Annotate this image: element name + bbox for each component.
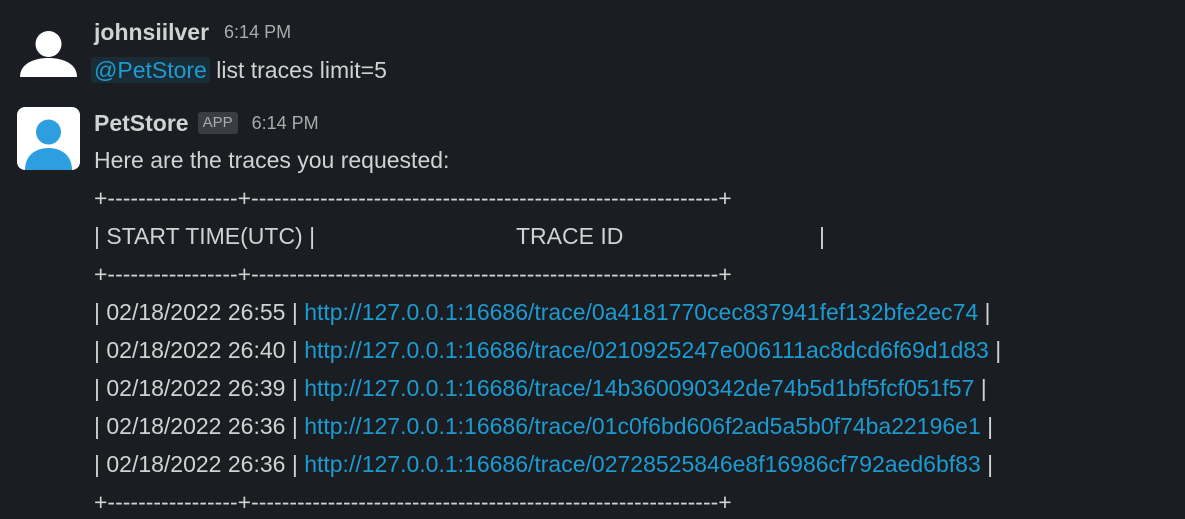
author-name[interactable]: johnsiilver [94, 19, 209, 46]
row-start-time: | 02/18/2022 26:55 | [94, 299, 298, 325]
table-border-mid: +-----------------+---------------------… [94, 261, 732, 287]
message-petstore: PetStore APP 6:14 PM Here are the traces… [94, 105, 1185, 519]
row-end: | [987, 413, 994, 439]
trace-link[interactable]: http://127.0.0.1:16686/trace/02728525846… [304, 451, 981, 477]
mention-petstore[interactable]: @PetStore [91, 57, 210, 83]
row-start-time: | 02/18/2022 26:39 | [94, 375, 298, 401]
message-text: list traces limit=5 [216, 57, 387, 83]
bot-avatar[interactable] [17, 107, 80, 170]
timestamp[interactable]: 6:14 PM [224, 22, 291, 43]
row-start-time: | 02/18/2022 26:36 | [94, 451, 298, 477]
header-trace-id: TRACE ID [516, 223, 624, 249]
intro-text: Here are the traces you requested: [94, 147, 450, 173]
trace-link[interactable]: http://127.0.0.1:16686/trace/0a4181770ce… [304, 299, 978, 325]
trace-link[interactable]: http://127.0.0.1:16686/trace/0210925247e… [304, 337, 989, 363]
table-row: | 02/18/2022 26:39 | http://127.0.0.1:16… [94, 369, 1185, 407]
header-end: | [819, 223, 825, 249]
row-end: | [987, 451, 994, 477]
row-end: | [995, 337, 1002, 363]
trace-link[interactable]: http://127.0.0.1:16686/trace/14b36009034… [304, 375, 974, 401]
table-row: | 02/18/2022 26:55 | http://127.0.0.1:16… [94, 293, 1185, 331]
message-body: @PetStore list traces limit=5 [91, 50, 1185, 90]
table-border-bottom: +-----------------+---------------------… [94, 489, 732, 515]
table-border-top: +-----------------+---------------------… [94, 185, 732, 211]
timestamp[interactable]: 6:14 PM [252, 113, 319, 134]
table-row: | 02/18/2022 26:36 | http://127.0.0.1:16… [94, 407, 1185, 445]
user-silhouette-icon [17, 107, 80, 170]
author-name[interactable]: PetStore [94, 110, 189, 137]
table-row: | 02/18/2022 26:36 | http://127.0.0.1:16… [94, 445, 1185, 483]
row-start-time: | 02/18/2022 26:36 | [94, 413, 298, 439]
row-end: | [984, 299, 991, 325]
app-badge: APP [197, 112, 238, 134]
trace-link[interactable]: http://127.0.0.1:16686/trace/01c0f6bd606… [304, 413, 981, 439]
user-avatar[interactable] [17, 19, 80, 82]
header-start-time: | START TIME(UTC) | [94, 223, 316, 249]
message-header: johnsiilver 6:14 PM [94, 14, 1185, 50]
message-johnsiilver: johnsiilver 6:14 PM @PetStore list trace… [91, 14, 1185, 90]
message-header: PetStore APP 6:14 PM [94, 105, 1185, 141]
table-header-row: | START TIME(UTC) | TRACE ID | [94, 217, 1185, 255]
user-silhouette-icon [17, 19, 80, 82]
row-end: | [980, 375, 987, 401]
table-row: | 02/18/2022 26:40 | http://127.0.0.1:16… [94, 331, 1185, 369]
row-start-time: | 02/18/2022 26:40 | [94, 337, 298, 363]
